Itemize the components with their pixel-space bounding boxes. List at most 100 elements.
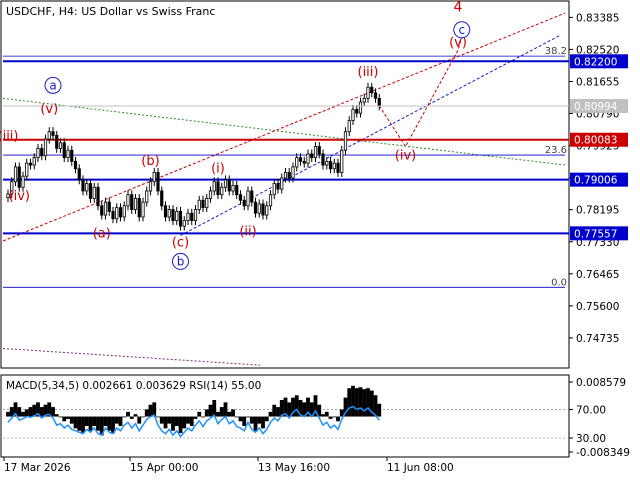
candle-body	[133, 197, 138, 210]
candle-body	[81, 179, 85, 192]
macd-bar	[212, 400, 217, 417]
macd-bar	[144, 409, 149, 417]
candle-body	[77, 168, 81, 181]
candle-body	[287, 172, 291, 179]
candle-body	[272, 183, 276, 196]
candle-body	[238, 194, 243, 201]
macd-bar	[204, 409, 209, 417]
candle-body	[223, 179, 228, 188]
price-tick-label: 0.74735	[576, 333, 619, 345]
macd-bar	[133, 414, 138, 417]
macd-bar	[21, 411, 25, 417]
candle-body	[231, 185, 235, 192]
candle-body	[253, 201, 258, 214]
wave-circle-label: c	[458, 23, 465, 37]
macd-bar	[358, 387, 363, 417]
candle-body	[355, 109, 359, 114]
macd-bar	[81, 416, 85, 434]
price-tick-label: 0.83385	[576, 12, 619, 24]
candle-body	[250, 190, 254, 203]
macd-bar	[77, 416, 82, 431]
macd-bar	[84, 416, 89, 426]
macd-bar	[148, 404, 153, 417]
macd-bar	[294, 395, 299, 417]
candle-body	[100, 205, 104, 216]
macd-bar	[114, 416, 119, 424]
candle-body	[351, 109, 355, 121]
indicator-tick-label: 70.00	[576, 404, 606, 416]
candle-body	[283, 172, 288, 179]
price-panel: USDCHF, H4: US Dollar vs Swiss Franc 38.…	[0, 0, 570, 369]
candle-body	[58, 142, 63, 149]
macd-bar	[96, 416, 100, 431]
macd-bar	[54, 414, 59, 417]
wave-label: (iii)	[0, 129, 18, 144]
candle-body	[88, 183, 93, 199]
chart-canvas: USDCHF, H4: US Dollar vs Swiss Franc 38.…	[0, 0, 630, 474]
candle-body	[208, 190, 213, 199]
candle-body	[257, 203, 261, 214]
candle-body	[51, 131, 55, 136]
candle-body	[370, 86, 374, 94]
macd-bar	[174, 416, 179, 426]
price-tick-label: 0.76465	[576, 269, 619, 281]
candle-body	[310, 153, 314, 159]
candle-body	[205, 197, 209, 209]
candle-body	[141, 201, 145, 218]
wave-circle-label: b	[177, 254, 185, 268]
price-label-text: 0.80994	[574, 101, 618, 113]
macd-bar	[28, 407, 33, 417]
wave-label: (iv)	[395, 148, 416, 163]
candle-body	[118, 207, 123, 218]
wave-circle-label: a	[49, 78, 56, 92]
macd-bar	[324, 411, 329, 417]
candle-body	[362, 97, 366, 103]
macd-bar	[129, 416, 134, 419]
macd-bar	[137, 416, 142, 424]
price-label-text: 0.77557	[574, 228, 617, 240]
macd-bar	[122, 416, 127, 418]
candle-body	[298, 157, 303, 162]
candle-body	[28, 162, 33, 166]
wave-label: (ii)	[239, 224, 256, 239]
candle-body	[36, 147, 40, 159]
candle-body	[17, 166, 21, 188]
macd-bar	[167, 416, 172, 424]
macd-bar	[73, 416, 78, 429]
macd-bar	[92, 416, 97, 426]
price-label-text: 0.80083	[574, 135, 617, 147]
candle-body	[122, 205, 126, 218]
wave-label: (a)	[93, 226, 111, 241]
macd-bar	[107, 416, 112, 431]
wave-label: (iv)	[9, 189, 30, 204]
candle-body	[227, 179, 231, 192]
candle-body	[358, 101, 363, 114]
candle-body	[55, 135, 59, 149]
candle-body	[313, 146, 318, 159]
macd-bar	[362, 389, 367, 417]
candle-body	[332, 162, 336, 170]
candle-body	[190, 212, 194, 222]
macd-bar	[268, 411, 273, 417]
candle-body	[103, 201, 108, 216]
macd-bar	[276, 407, 280, 417]
macd-bar	[272, 404, 277, 417]
macd-bar	[58, 416, 63, 418]
macd-bar	[62, 416, 67, 422]
macd-bar	[9, 407, 14, 417]
candle-body	[32, 157, 36, 166]
candle-body	[295, 157, 299, 168]
price-label-text: 0.82200	[574, 56, 617, 68]
candle-body	[343, 131, 348, 151]
macd-bar	[163, 416, 168, 429]
macd-bar	[249, 416, 254, 424]
candle-body	[70, 149, 74, 162]
candle-body	[321, 153, 325, 166]
macd-bar	[88, 416, 93, 431]
candle-body	[163, 205, 168, 218]
candle-body	[373, 92, 378, 99]
macd-bar	[223, 402, 228, 417]
macd-bar	[208, 404, 213, 417]
macd-bar	[17, 407, 22, 417]
macd-bar	[264, 416, 269, 422]
